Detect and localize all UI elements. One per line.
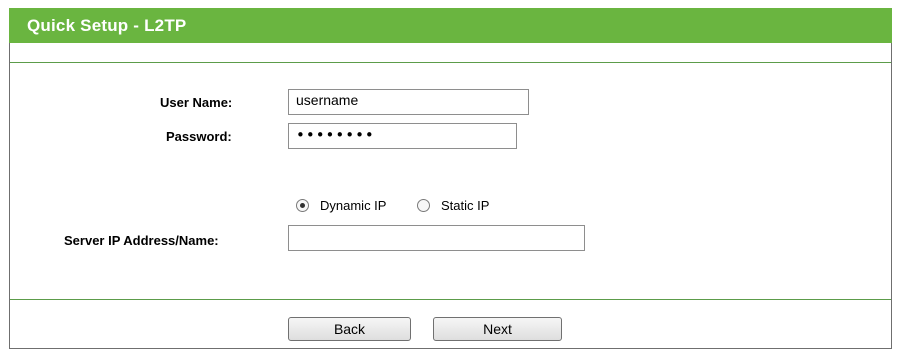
- username-label: User Name:: [160, 95, 233, 110]
- username-input[interactable]: username: [288, 89, 529, 115]
- quick-setup-panel: [9, 8, 892, 349]
- password-input[interactable]: ••••••••: [288, 123, 517, 149]
- password-label: Password:: [166, 129, 232, 144]
- server-ip-label: Server IP Address/Name:: [64, 233, 219, 248]
- bottom-divider: [10, 299, 891, 300]
- next-button[interactable]: Next: [433, 317, 562, 341]
- static-ip-radio[interactable]: [417, 199, 430, 212]
- back-button[interactable]: Back: [288, 317, 411, 341]
- dynamic-ip-radio[interactable]: [296, 199, 309, 212]
- page-title: Quick Setup - L2TP: [27, 16, 187, 35]
- dynamic-ip-label[interactable]: Dynamic IP: [320, 198, 386, 213]
- server-ip-input[interactable]: [288, 225, 585, 251]
- static-ip-label[interactable]: Static IP: [441, 198, 489, 213]
- title-bar: Quick Setup - L2TP: [9, 8, 892, 43]
- top-divider: [10, 62, 891, 63]
